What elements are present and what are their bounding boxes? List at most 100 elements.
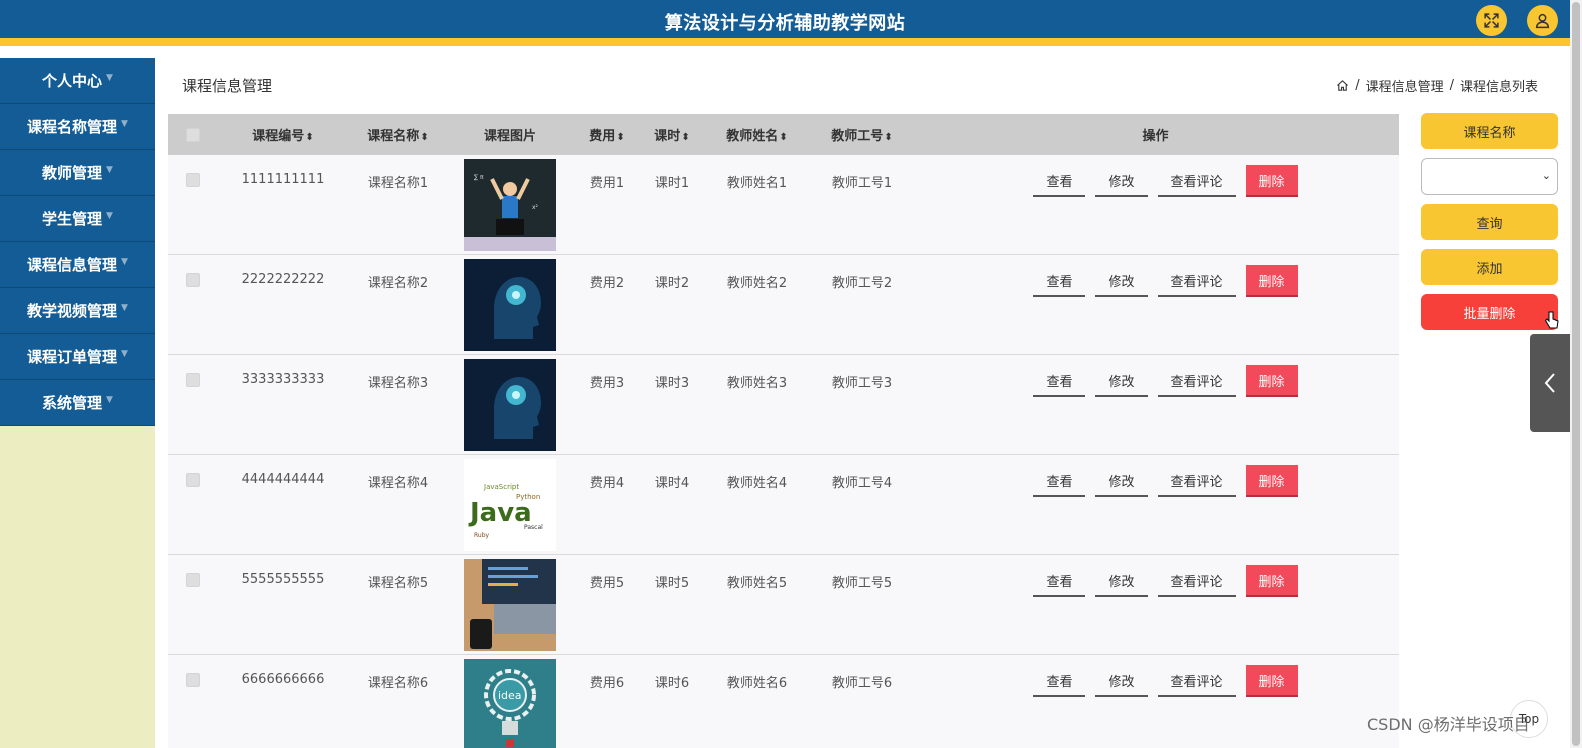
view-comments-button[interactable]: 查看评论 bbox=[1157, 665, 1236, 697]
view-button[interactable]: 查看 bbox=[1033, 665, 1086, 697]
sort-icon[interactable]: ⬍ bbox=[420, 132, 428, 143]
col-header-fee[interactable]: 费用⬍ bbox=[572, 125, 642, 144]
delete-button[interactable]: 删除 bbox=[1245, 265, 1298, 297]
app-window: 算法设计与分析辅助教学网站 个人中心 ▼ 课程名称管理 ▼ 教师管理 ▼ 学生管理 ▼ … bbox=[0, 0, 1582, 748]
caret-down-icon: ▼ bbox=[106, 164, 113, 175]
svg-text:∑ π: ∑ π bbox=[474, 174, 484, 181]
sidebar-item-student[interactable]: 学生管理 ▼ bbox=[0, 196, 155, 242]
sort-icon[interactable]: ⬍ bbox=[305, 132, 313, 143]
scrollbar[interactable] bbox=[1570, 0, 1582, 748]
cell-no: 1111111111 bbox=[241, 172, 325, 187]
sidebar-item-course-name[interactable]: 课程名称管理 ▼ bbox=[0, 104, 155, 150]
cell-fee: 费用1 bbox=[589, 176, 625, 191]
search-panel: 课程名称 ⌄ 查询 添加 批量删除 bbox=[1421, 113, 1558, 330]
col-header-tno[interactable]: 教师工号⬍ bbox=[812, 125, 912, 144]
delete-button[interactable]: 删除 bbox=[1245, 565, 1298, 597]
sidebar-item-course-info[interactable]: 课程信息管理 ▼ bbox=[0, 242, 155, 288]
course-table: 课程编号⬍ 课程名称⬍ 课程图片 费用⬍ 课时⬍ 教师姓名⬍ 教师工号⬍ 操作 … bbox=[168, 114, 1399, 748]
row-checkbox[interactable] bbox=[186, 473, 200, 487]
col-header-no[interactable]: 课程编号⬍ bbox=[218, 125, 348, 144]
svg-text:Ruby: Ruby bbox=[474, 532, 490, 539]
row-checkbox[interactable] bbox=[186, 173, 200, 187]
fullscreen-button[interactable] bbox=[1476, 5, 1507, 36]
delete-button[interactable]: 删除 bbox=[1245, 165, 1298, 197]
cell-teacher-name: 教师姓名5 bbox=[726, 576, 788, 591]
sidebar-item-label: 个人中心 bbox=[42, 72, 103, 90]
user-button[interactable] bbox=[1527, 5, 1558, 36]
course-name-select[interactable]: ⌄ bbox=[1421, 158, 1558, 195]
batch-delete-button[interactable]: 批量删除 bbox=[1421, 294, 1558, 330]
row-checkbox[interactable] bbox=[186, 673, 200, 687]
sidebar-item-video[interactable]: 教学视频管理 ▼ bbox=[0, 288, 155, 334]
row-checkbox[interactable] bbox=[186, 273, 200, 287]
sidebar-item-personal-center[interactable]: 个人中心 ▼ bbox=[0, 58, 155, 104]
row-checkbox[interactable] bbox=[186, 573, 200, 587]
view-button[interactable]: 查看 bbox=[1033, 365, 1086, 397]
chevron-down-icon: ⌄ bbox=[1541, 169, 1551, 182]
breadcrumb-item: 课程信息列表 bbox=[1459, 80, 1538, 95]
row-checkbox[interactable] bbox=[186, 373, 200, 387]
table-header: 课程编号⬍ 课程名称⬍ 课程图片 费用⬍ 课时⬍ 教师姓名⬍ 教师工号⬍ 操作 bbox=[168, 114, 1399, 155]
sidebar-item-label: 教师管理 bbox=[42, 164, 103, 182]
sidebar-item-teacher[interactable]: 教师管理 ▼ bbox=[0, 150, 155, 196]
sidebar-item-label: 教学视频管理 bbox=[27, 302, 118, 320]
page-title: 课程信息管理 bbox=[182, 77, 273, 95]
cell-hours: 课时2 bbox=[654, 276, 690, 291]
select-all-checkbox[interactable] bbox=[186, 127, 200, 142]
breadcrumb-item[interactable]: 课程信息管理 bbox=[1366, 76, 1444, 95]
cell-hours: 课时6 bbox=[654, 676, 690, 691]
svg-text:Java: Java bbox=[468, 498, 532, 528]
edit-button[interactable]: 修改 bbox=[1095, 265, 1148, 297]
edit-button[interactable]: 修改 bbox=[1095, 665, 1148, 697]
delete-button[interactable]: 删除 bbox=[1245, 665, 1298, 697]
col-header-hours[interactable]: 课时⬍ bbox=[642, 125, 702, 144]
scrollbar-thumb[interactable] bbox=[1572, 2, 1580, 746]
view-button[interactable]: 查看 bbox=[1033, 465, 1086, 497]
view-button[interactable]: 查看 bbox=[1033, 265, 1086, 297]
col-header-name[interactable]: 课程名称⬍ bbox=[348, 125, 448, 144]
sidebar-item-system[interactable]: 系统管理 ▼ bbox=[0, 380, 155, 426]
view-comments-button[interactable]: 查看评论 bbox=[1157, 465, 1236, 497]
delete-button[interactable]: 删除 bbox=[1245, 465, 1298, 497]
edit-button[interactable]: 修改 bbox=[1095, 365, 1148, 397]
table-row: 6666666666 课程名称6 idea 费用6 课时6 教师姓名6 教师工号… bbox=[168, 655, 1399, 748]
sidebar-item-order[interactable]: 课程订单管理 ▼ bbox=[0, 334, 155, 380]
sort-icon[interactable]: ⬍ bbox=[616, 132, 624, 143]
cell-teacher-name: 教师姓名3 bbox=[726, 376, 788, 391]
cell-teacher-name: 教师姓名2 bbox=[726, 276, 788, 291]
sidebar-item-label: 课程信息管理 bbox=[27, 256, 118, 274]
cell-teacher-name: 教师姓名4 bbox=[726, 476, 788, 491]
sort-icon[interactable]: ⬍ bbox=[681, 132, 689, 143]
sort-icon[interactable]: ⬍ bbox=[779, 132, 787, 143]
breadcrumb-sep: / bbox=[1355, 78, 1360, 93]
sort-icon[interactable]: ⬍ bbox=[884, 132, 892, 143]
edit-button[interactable]: 修改 bbox=[1095, 165, 1148, 197]
col-header-tname[interactable]: 教师姓名⬍ bbox=[702, 125, 812, 144]
view-comments-button[interactable]: 查看评论 bbox=[1157, 265, 1236, 297]
cell-no: 5555555555 bbox=[241, 572, 325, 587]
view-comments-button[interactable]: 查看评论 bbox=[1157, 165, 1236, 197]
edit-button[interactable]: 修改 bbox=[1095, 465, 1148, 497]
home-icon[interactable] bbox=[1336, 79, 1349, 92]
cell-no: 6666666666 bbox=[241, 672, 325, 687]
svg-text:idea: idea bbox=[498, 689, 522, 702]
side-collapse-tab[interactable] bbox=[1530, 334, 1570, 432]
query-button[interactable]: 查询 bbox=[1421, 204, 1558, 240]
cell-name: 课程名称5 bbox=[367, 576, 429, 591]
delete-button[interactable]: 删除 bbox=[1245, 365, 1298, 397]
sidebar-item-label: 课程订单管理 bbox=[27, 348, 118, 366]
cell-teacher-no: 教师工号5 bbox=[831, 576, 893, 591]
view-button[interactable]: 查看 bbox=[1033, 565, 1086, 597]
cell-name: 课程名称4 bbox=[367, 476, 429, 491]
cell-hours: 课时4 bbox=[654, 476, 690, 491]
sidebar-item-label: 课程名称管理 bbox=[27, 118, 118, 136]
caret-down-icon: ▼ bbox=[106, 210, 113, 221]
view-button[interactable]: 查看 bbox=[1033, 165, 1086, 197]
view-comments-button[interactable]: 查看评论 bbox=[1157, 565, 1236, 597]
add-button[interactable]: 添加 bbox=[1421, 249, 1558, 285]
cell-teacher-no: 教师工号6 bbox=[831, 676, 893, 691]
view-comments-button[interactable]: 查看评论 bbox=[1157, 365, 1236, 397]
edit-button[interactable]: 修改 bbox=[1095, 565, 1148, 597]
chevron-left-icon bbox=[1544, 373, 1555, 393]
cell-teacher-no: 教师工号3 bbox=[831, 376, 893, 391]
